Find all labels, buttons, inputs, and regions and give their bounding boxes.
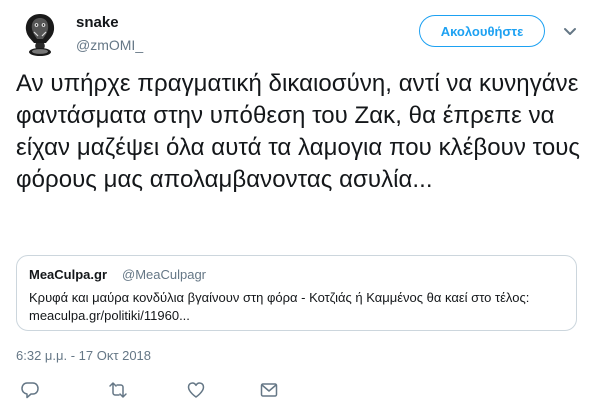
chevron-down-icon[interactable] [562, 25, 578, 37]
author-screen-name[interactable]: @zmOMI_ [76, 37, 143, 53]
reply-icon[interactable] [20, 380, 40, 400]
quoted-author-handle: @MeaCulpagr [122, 267, 207, 282]
avatar[interactable] [16, 10, 64, 58]
quoted-author-name: MeaCulpa.gr [29, 267, 108, 282]
tweet-timestamp[interactable]: 6:32 μ.μ. - 17 Οκτ 2018 [16, 348, 151, 363]
author-display-name[interactable]: snake [76, 14, 119, 31]
cobra-snake-icon [25, 14, 55, 56]
heart-icon[interactable] [186, 380, 206, 400]
direct-message-icon[interactable] [259, 380, 279, 400]
follow-button[interactable]: Ακολουθήστε [419, 15, 545, 47]
quoted-tweet[interactable]: MeaCulpa.gr @MeaCulpagr Κρυφά και μαύρα … [16, 255, 577, 331]
retweet-icon[interactable] [108, 380, 128, 400]
quoted-tweet-text: Κρυφά και μαύρα κονδύλια βγαίνουν στη φό… [29, 290, 530, 323]
tweet-card: snake @zmOMI_ Ακολουθήστε Αν υπήρχε πραγ… [0, 0, 606, 415]
tweet-text: Αν υπήρχε πραγματική δικαιοσύνη, αντί να… [16, 70, 581, 193]
